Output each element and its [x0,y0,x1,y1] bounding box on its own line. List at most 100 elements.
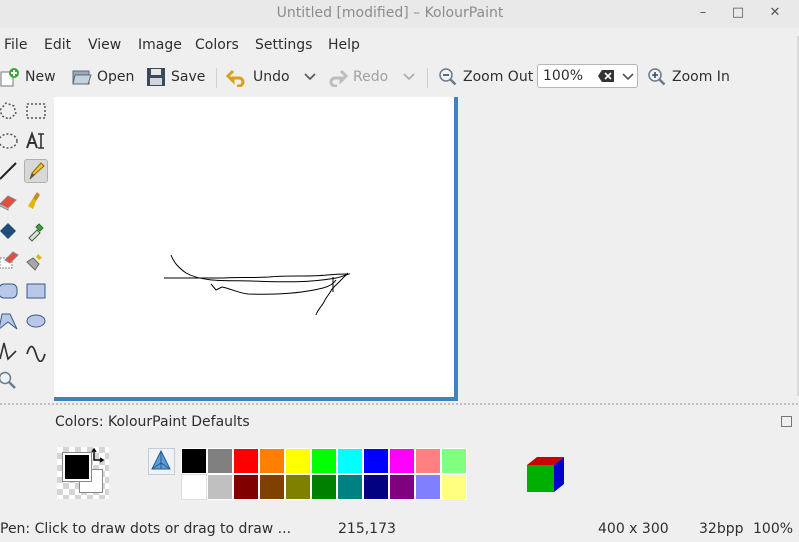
menu-edit[interactable]: Edit [44,37,71,53]
drawing-canvas[interactable] [54,97,454,397]
palette-color[interactable] [415,448,441,474]
text-icon [26,131,44,149]
palette-color[interactable] [259,448,285,474]
curve-tool[interactable] [24,339,48,363]
palette-color[interactable] [311,448,337,474]
palette-color[interactable] [441,474,467,500]
ellipse-tool[interactable] [24,309,48,333]
menu-file[interactable]: File [4,37,27,53]
palette-color[interactable] [311,474,337,500]
menu-view[interactable]: View [88,37,121,53]
polygon-tool[interactable] [0,309,20,333]
zoom-combo[interactable]: 100% [537,64,638,88]
palette-color[interactable] [363,448,389,474]
eraser-icon [0,195,17,211]
palette-color[interactable] [285,448,311,474]
open-folder-icon [72,70,92,85]
palette-color[interactable] [337,448,363,474]
menu-settings[interactable]: Settings [255,37,312,53]
zoom-out-label: Zoom Out [463,69,534,85]
palette-color[interactable] [207,474,233,500]
color-cube-icon[interactable] [525,455,567,495]
line-icon [0,162,17,180]
palette-color[interactable] [441,448,467,474]
open-button[interactable]: Open [72,66,134,88]
undo-label: Undo [253,69,290,85]
zoom-in-icon [648,68,666,86]
palette-color[interactable] [285,474,311,500]
redo-label: Redo [353,69,389,85]
zoom-in-label: Zoom In [672,69,730,85]
rectangular-selection-tool[interactable] [24,99,48,123]
free-form-selection-tool[interactable] [0,99,20,123]
undo-arrow-icon [226,69,245,87]
palette-color[interactable] [181,474,207,500]
pen-tool[interactable] [24,159,48,183]
menu-image[interactable]: Image [138,37,182,53]
redo-button[interactable]: Redo [326,66,388,88]
palette-color[interactable] [181,448,207,474]
zoom-in-button[interactable]: Zoom In [647,66,730,88]
rectangle-icon [26,283,46,299]
save-label: Save [171,69,206,85]
connected-lines-tool[interactable] [0,339,20,363]
spraycan-tool[interactable] [24,249,48,273]
zoom-input[interactable]: 100% [543,68,583,84]
clear-icon[interactable] [598,70,614,82]
maximize-button[interactable]: □ [730,5,746,21]
zoom-out-button[interactable]: Zoom Out [438,66,533,88]
palette-color[interactable] [363,474,389,500]
color-eraser-icon [0,251,19,269]
close-button[interactable]: ✕ [767,5,783,21]
save-button[interactable]: Save [146,66,205,88]
eraser-tool[interactable] [0,189,20,213]
undo-dropdown-button[interactable] [304,66,316,88]
foreground-color-swatch[interactable] [62,452,92,482]
paint-bucket-icon [0,223,16,239]
palette-color[interactable] [389,474,415,500]
line-tool[interactable] [0,159,20,183]
canvas-resize-handle-bottom[interactable] [54,397,458,401]
palette-color[interactable] [389,448,415,474]
rectangle-tool[interactable] [24,279,48,303]
toolbar-separator [427,68,428,88]
menu-colors[interactable]: Colors [195,37,239,53]
zoom-tool[interactable] [0,369,20,393]
new-label: New [25,69,56,85]
text-tool[interactable] [24,129,48,153]
color-eraser-tool[interactable] [0,249,20,273]
palette-color[interactable] [207,448,233,474]
flood-fill-tool[interactable] [0,219,20,243]
ellipse-icon [26,314,46,328]
chevron-down-icon[interactable] [622,73,634,81]
chevron-down-icon [403,73,415,81]
swap-colors-icon[interactable] [91,448,107,466]
palette-color[interactable] [415,474,441,500]
redo-dropdown-button[interactable] [403,66,415,88]
rounded-rect-icon [0,283,18,299]
color-similarity-icon[interactable] [148,448,175,475]
lasso-select-icon [0,102,17,120]
color-picker-tool[interactable] [24,219,48,243]
palette-color[interactable] [259,474,285,500]
palette-color[interactable] [233,448,259,474]
canvas-resize-handle-right[interactable] [454,97,458,400]
spraycan-icon [26,254,42,271]
brush-icon [28,192,40,209]
main-toolbar: New Open Save Undo Redo Zoom Out Zoom In [0,60,799,94]
rounded-rectangle-tool[interactable] [0,279,20,303]
status-zoom: 100% [753,521,794,537]
status-bar: Pen: Click to draw dots or drag to draw … [0,516,799,542]
panel-splitter[interactable] [0,403,799,405]
polygon-icon [0,313,18,330]
menu-help[interactable]: Help [328,37,360,53]
brush-tool[interactable] [24,189,48,213]
undo-button[interactable]: Undo [226,66,290,88]
palette-color[interactable] [337,474,363,500]
new-button[interactable]: New [0,66,56,88]
panel-float-button[interactable] [781,416,792,427]
toolbar-separator [216,68,217,88]
elliptical-selection-tool[interactable] [0,129,20,153]
palette-color[interactable] [233,474,259,500]
minimize-button[interactable]: – [695,5,711,21]
